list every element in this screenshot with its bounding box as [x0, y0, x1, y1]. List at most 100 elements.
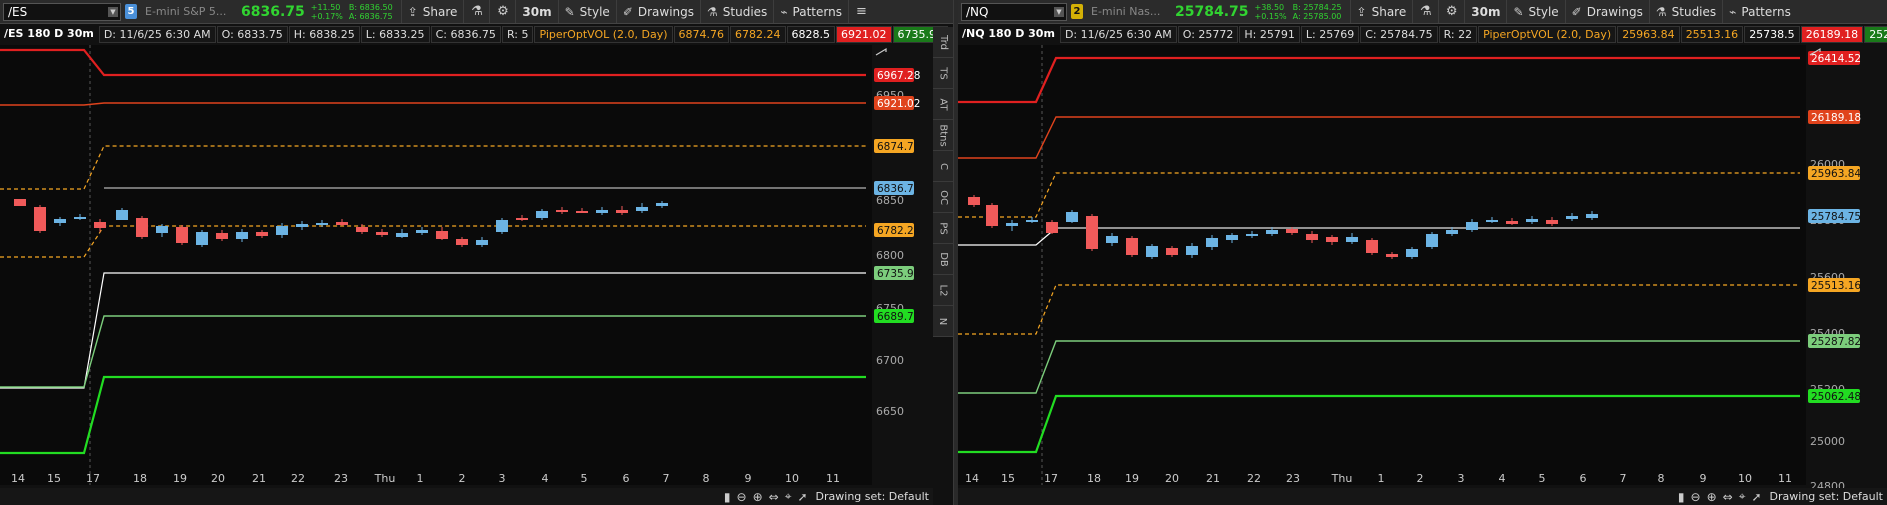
candle-body — [1486, 220, 1498, 222]
drawings-button[interactable]: ✐ Drawings — [1564, 0, 1649, 23]
candle-body — [476, 240, 488, 245]
settings-button[interactable]: ⚙ — [1438, 0, 1464, 23]
crosshair-icon[interactable]: ⌖ — [1739, 489, 1746, 504]
side-tab[interactable]: AT — [933, 89, 953, 120]
candle-body — [556, 210, 568, 212]
x-axis-tick: 2 — [1417, 472, 1424, 485]
side-tab[interactable]: C — [933, 151, 953, 182]
aggregation-label: 30m — [522, 4, 552, 19]
zoom-out-icon[interactable]: ⊖ — [737, 490, 747, 504]
flask-icon: ⚗ — [1419, 4, 1432, 19]
cursor-icon[interactable]: ➚ — [1751, 490, 1761, 504]
change-value: +11.50 — [310, 2, 341, 12]
menu-button[interactable]: ≡ — [847, 0, 874, 23]
drawing-set-label[interactable]: Drawing set: Default — [816, 490, 929, 503]
candle-body — [176, 227, 188, 243]
patterns-label: Patterns — [1741, 4, 1791, 19]
plot-area — [958, 45, 1806, 485]
pan-icon[interactable]: ⇔ — [1723, 490, 1733, 504]
style-icon: ✎ — [1513, 4, 1524, 19]
aggregation-button[interactable]: 30m — [1464, 0, 1506, 23]
candle-body — [34, 207, 46, 231]
style-label: Style — [579, 4, 610, 19]
side-tab-label: Trd — [937, 34, 949, 50]
chart-toolbar: /ES ▼ 5 E-mini S&P 5... 6836.75 +11.50 +… — [0, 0, 953, 24]
x-axis-tick: 14 — [965, 472, 979, 485]
change-percent: +0.15% — [1254, 11, 1287, 21]
candle-body — [656, 203, 668, 206]
candle-body — [1426, 234, 1438, 247]
x-axis-tick: 23 — [1286, 472, 1300, 485]
flask-button[interactable]: ⚗ — [1412, 0, 1438, 23]
settings-button[interactable]: ⚙ — [489, 0, 515, 23]
zoom-out-icon[interactable]: ⊖ — [1691, 490, 1701, 504]
cursor-icon[interactable]: ➚ — [797, 490, 807, 504]
y-axis-tick: 25000 — [1810, 435, 1845, 448]
x-axis-tick: 9 — [1700, 472, 1707, 485]
x-axis-tick: 3 — [499, 472, 506, 485]
drawing-set-label[interactable]: Drawing set: Default — [1770, 490, 1883, 503]
crosshair-icon[interactable]: ⌖ — [785, 489, 792, 504]
x-axis-tick: 20 — [211, 472, 225, 485]
zoom-in-icon[interactable]: ⊕ — [1707, 490, 1717, 504]
side-tab[interactable]: TS — [933, 58, 953, 89]
side-tab[interactable]: Btns — [933, 120, 953, 151]
bid-ask: B: 25784.25 A: 25785.00 — [1293, 3, 1342, 21]
candle-body — [1226, 235, 1238, 240]
y-axis-tick: 6700 — [876, 354, 904, 367]
side-tab[interactable]: N — [933, 306, 953, 337]
aggregation-button[interactable]: 30m — [515, 0, 557, 23]
price-label: 6836.75 — [877, 183, 920, 195]
side-tab[interactable]: PS — [933, 213, 953, 244]
candle-body — [1546, 220, 1558, 224]
patterns-button[interactable]: ⌁ Patterns — [773, 0, 848, 23]
x-axis-tick: 17 — [86, 472, 100, 485]
hamburger-icon: ≡ — [856, 4, 867, 19]
side-tab[interactable]: DB — [933, 244, 953, 275]
pan-icon[interactable]: ⇔ — [769, 490, 779, 504]
candle-body — [1586, 214, 1598, 218]
candle-body — [1146, 246, 1158, 257]
studies-button[interactable]: ⚗ Studies — [1648, 0, 1722, 23]
candle-body — [968, 197, 980, 205]
bid-value: B: 6836.50 — [348, 2, 393, 12]
zoom-in-icon[interactable]: ⊕ — [753, 490, 763, 504]
chevron-down-icon[interactable]: ▼ — [108, 6, 118, 17]
scroll-handle-icon[interactable]: ▮ — [724, 490, 731, 504]
studies-button[interactable]: ⚗ Studies — [700, 0, 773, 23]
candle-body — [1026, 220, 1038, 222]
link-group-badge[interactable]: 2 — [1071, 4, 1083, 19]
chevron-down-icon[interactable]: ▼ — [1054, 6, 1064, 17]
price-chart[interactable]: 69506900685068006750670066506967.286921.… — [0, 27, 933, 505]
drawings-button[interactable]: ✐ Drawings — [615, 0, 700, 23]
side-tab-label: Btns — [937, 123, 949, 147]
side-tab[interactable]: L2 — [933, 275, 953, 306]
pencil-icon: ✐ — [1571, 4, 1582, 19]
x-axis-tick: 10 — [785, 472, 799, 485]
candle-body — [396, 233, 408, 237]
share-button[interactable]: ⇪ Share — [400, 0, 464, 23]
last-price: 6836.75 — [241, 3, 305, 20]
side-tab-label: DB — [937, 251, 949, 267]
scroll-handle-icon[interactable]: ▮ — [1678, 490, 1685, 504]
flask-button[interactable]: ⚗ — [463, 0, 489, 23]
share-icon: ⇪ — [1356, 4, 1367, 19]
net-change: +11.50 +0.17% — [311, 3, 343, 21]
price-chart[interactable]: 2640026000258002560025400252002500024800… — [958, 27, 1887, 505]
x-axis-tick: 11 — [826, 472, 840, 485]
style-button[interactable]: ✎ Style — [1506, 0, 1564, 23]
chart-pane-nq: /NQ ▼ 2 E-mini Nas... 25784.75 +38.50 +0… — [958, 0, 1887, 505]
candle-body — [576, 211, 588, 213]
x-axis-tick: 23 — [334, 472, 348, 485]
share-button[interactable]: ⇪ Share — [1349, 0, 1413, 23]
side-tab[interactable]: OC — [933, 182, 953, 213]
side-tab-label: C — [937, 162, 949, 170]
style-button[interactable]: ✎ Style — [557, 0, 616, 23]
patterns-button[interactable]: ⌁ Patterns — [1722, 0, 1797, 23]
side-tab[interactable]: Trd — [933, 27, 953, 58]
change-percent: +0.17% — [310, 11, 343, 21]
candle-body — [236, 232, 248, 239]
link-group-badge[interactable]: 5 — [125, 4, 137, 19]
symbol-input[interactable]: /NQ ▼ — [961, 2, 1067, 21]
symbol-input[interactable]: /ES ▼ — [3, 2, 121, 21]
